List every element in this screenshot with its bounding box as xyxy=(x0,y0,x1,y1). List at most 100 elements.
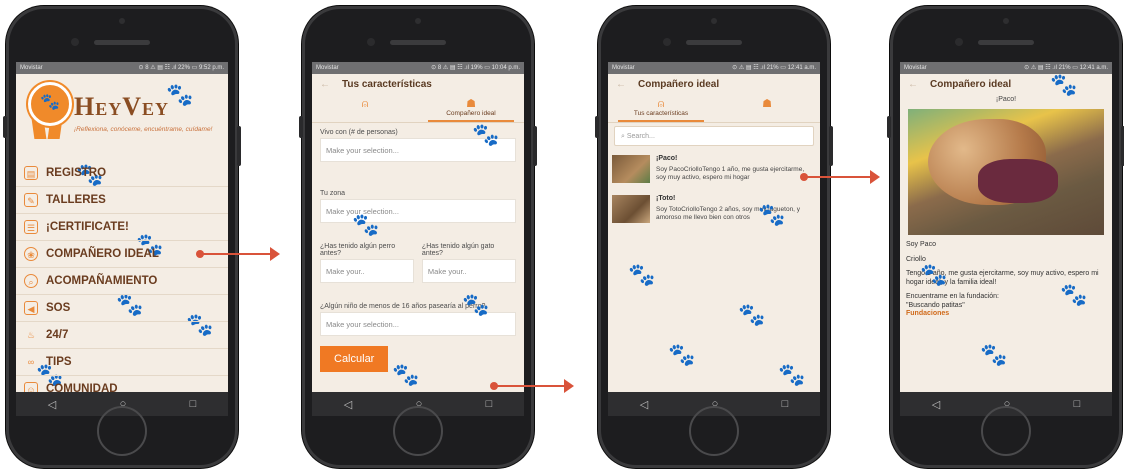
recents-nav-icon[interactable]: □ xyxy=(190,398,197,410)
recents-nav-icon[interactable]: □ xyxy=(486,398,493,410)
menu-item-certificate[interactable]: ☰ ¡CERTIFICATE! xyxy=(16,214,228,241)
search-icon: ⌕ xyxy=(24,274,38,288)
main-menu: ▤ REGISTRO ✎ TALLERES ☰ ¡CERTIFICATE! ❀ COMP… xyxy=(16,160,228,403)
menu-item-acompanamiento[interactable]: ⌕ ACOMPAÑAMIENTO xyxy=(16,268,228,295)
speaker-grille xyxy=(390,40,446,45)
list-item[interactable]: ¡Paco! Soy PacoCriolloTengo 1 año, me gu… xyxy=(608,149,820,189)
back-nav-icon[interactable]: ◁ xyxy=(640,398,648,411)
tab-bar: ⍝ Tus características ☗ xyxy=(608,94,820,123)
tips-icon: ∞ xyxy=(27,357,35,367)
field-label-tu-zona: Tu zona xyxy=(320,190,346,197)
paw-icon: 🐾 xyxy=(40,94,60,111)
tab-tus-caracteristicas[interactable]: ⍝ xyxy=(312,94,418,122)
cat-dog-icon: ☗ xyxy=(466,98,476,110)
status-bar: Movistar ⊙ 8 ⚠ ▤ ☷ .ıl 19% ▭ 10:04 p.m. xyxy=(312,62,524,74)
profile-line-description: Tengo 1 año, me gusta ejercitarme, soy m… xyxy=(906,270,1099,286)
home-button[interactable] xyxy=(393,406,443,456)
page-title: Tus características xyxy=(342,78,432,90)
back-arrow-icon[interactable]: ← xyxy=(908,79,918,90)
power-button xyxy=(237,126,241,166)
edit-icon: ✎ xyxy=(24,193,38,207)
fundaciones-link[interactable]: Fundaciones xyxy=(906,310,1106,319)
search-icon: ⌕ xyxy=(621,133,625,140)
recents-nav-icon[interactable]: □ xyxy=(782,398,789,410)
power-button xyxy=(829,126,833,166)
menu-item-registro[interactable]: ▤ REGISTRO xyxy=(16,160,228,187)
brand-name: HeyVey xyxy=(74,92,170,121)
result-description: Soy TotoCriolloTengo 2 años, soy muy jug… xyxy=(656,206,801,221)
back-arrow-icon[interactable]: ← xyxy=(616,79,626,90)
perro-antes-select[interactable]: Make your.. xyxy=(320,259,415,283)
menu-label: TALLERES xyxy=(46,194,106,206)
home-button[interactable] xyxy=(981,406,1031,456)
carrier-label: Movistar xyxy=(316,65,339,71)
sensor-dot xyxy=(954,38,963,46)
phone-frame-4: 🐾 🐾 🐾 🐾 Movistar ⊙ ⚠ ▤ ☷ .ıl 21% ▭ 12:41 a… xyxy=(887,6,1124,468)
nino-paseo-select[interactable]: Make your selection... xyxy=(320,312,516,336)
dog-photo xyxy=(908,109,1104,235)
menu-item-sos[interactable]: ◀ SOS xyxy=(16,295,228,322)
back-nav-icon[interactable]: ◁ xyxy=(344,398,352,411)
home-button[interactable] xyxy=(689,406,739,456)
megaphone-icon: ◀ xyxy=(24,301,38,315)
menu-item-tips[interactable]: ∞ TIPS xyxy=(16,349,228,376)
calcular-button[interactable]: Calcular xyxy=(320,346,389,372)
sensor-dot xyxy=(662,38,671,46)
gato-antes-select[interactable]: Make your.. xyxy=(421,259,516,283)
vivo-con-select[interactable]: Make your selection... xyxy=(320,138,516,162)
sensor-dot xyxy=(70,38,79,46)
menu-label: ¡CERTIFICATE! xyxy=(46,221,129,233)
bowl-icon: ♨ xyxy=(26,330,36,340)
back-nav-icon[interactable]: ◁ xyxy=(932,398,940,411)
tu-zona-select[interactable]: Make your selection... xyxy=(320,199,516,223)
speaker-grille xyxy=(94,40,150,45)
brand-tagline: ¡Reflexiona, conóceme, encuéntrame, cuíd… xyxy=(74,126,213,133)
person-pin-icon: ⍝ xyxy=(657,98,665,110)
status-icons: ⊙ 8 ⚠ ▤ ☷ .ıl 22% ▭ 9:52 p.m. xyxy=(138,65,225,71)
recents-nav-icon[interactable]: □ xyxy=(1074,398,1081,410)
result-name: ¡Paco! xyxy=(656,155,678,162)
search-input[interactable]: ⌕ Search... xyxy=(614,126,814,146)
menu-item-talleres[interactable]: ✎ TALLERES xyxy=(16,187,228,214)
field-label-nino: ¿Algún niño de menos de 16 años pasearía… xyxy=(320,303,486,310)
pets-before-row: ¿Has tenido algún perro antes? Make your… xyxy=(312,237,524,283)
paw-icon: ❀ xyxy=(24,247,38,261)
back-nav-icon[interactable]: ◁ xyxy=(48,398,56,411)
camera-dot xyxy=(415,18,421,24)
profile-line-breed: Criollo xyxy=(906,255,926,263)
page-title: Compañero ideal xyxy=(930,78,1012,90)
phone-frame-1: 🐾 🐾 🐾 🐾 🐾 🐾 Movistar ⊙ 8 ⚠ ▤ ☷ .ıl 22% ▭ 9:… xyxy=(3,6,241,468)
phone-frame-3: 🐾 🐾 🐾 🐾 🐾 Movistar ⊙ ⚠ ▤ ☷ .ıl 21% ▭ 12:41… xyxy=(595,6,833,468)
volume-button xyxy=(595,116,599,138)
app-header: ← Compañero ideal xyxy=(608,74,820,94)
sweater xyxy=(978,159,1058,203)
dog-thumbnail xyxy=(612,195,650,223)
status-bar: Movistar ⊙ ⚠ ▤ ☷ .ıl 21% ▭ 12:41 a.m. xyxy=(608,62,820,74)
back-arrow-icon[interactable]: ← xyxy=(320,79,330,90)
speaker-grille xyxy=(686,40,742,45)
carrier-label: Movistar xyxy=(904,65,927,71)
logo-badge: 🐾 xyxy=(28,82,72,126)
home-button[interactable] xyxy=(97,406,147,456)
tab-label: Tus características xyxy=(633,110,689,117)
menu-label: TIPS xyxy=(46,356,72,368)
cat-dog-icon: ☗ xyxy=(762,98,772,110)
tab-tus-caracteristicas[interactable]: ⍝ Tus características xyxy=(608,94,714,122)
camera-dot xyxy=(1003,18,1009,24)
menu-label: SOS xyxy=(46,302,71,314)
app-header: ← Tus características xyxy=(312,74,524,94)
carrier-label: Movistar xyxy=(612,65,635,71)
status-icons: ⊙ 8 ⚠ ▤ ☷ .ıl 19% ▭ 10:04 p.m. xyxy=(431,65,520,71)
result-description: Soy PacoCriolloTengo 1 año, me gusta eje… xyxy=(656,166,805,181)
tab-label: Compañero ideal xyxy=(446,110,496,117)
menu-label: REGISTRO xyxy=(46,167,107,179)
list-item[interactable]: ¡Toto! Soy TotoCriolloTengo 2 años, soy … xyxy=(608,189,820,229)
tab-companero-ideal[interactable]: ☗ xyxy=(714,94,820,122)
tab-companero-ideal[interactable]: ☗ Compañero ideal xyxy=(418,94,524,122)
field-label-vivo-con: Vivo con (# de personas) xyxy=(320,129,398,136)
screen-characteristics-form: 🐾 🐾 🐾 🐾 Movistar ⊙ 8 ⚠ ▤ ☷ .ıl 19% ▭ 10:04… xyxy=(312,62,524,416)
menu-item-24-7[interactable]: ♨ 24/7 xyxy=(16,322,228,349)
dog-thumbnail xyxy=(612,155,650,183)
flow-arrow-2 xyxy=(490,379,574,393)
volume-button xyxy=(887,116,891,138)
